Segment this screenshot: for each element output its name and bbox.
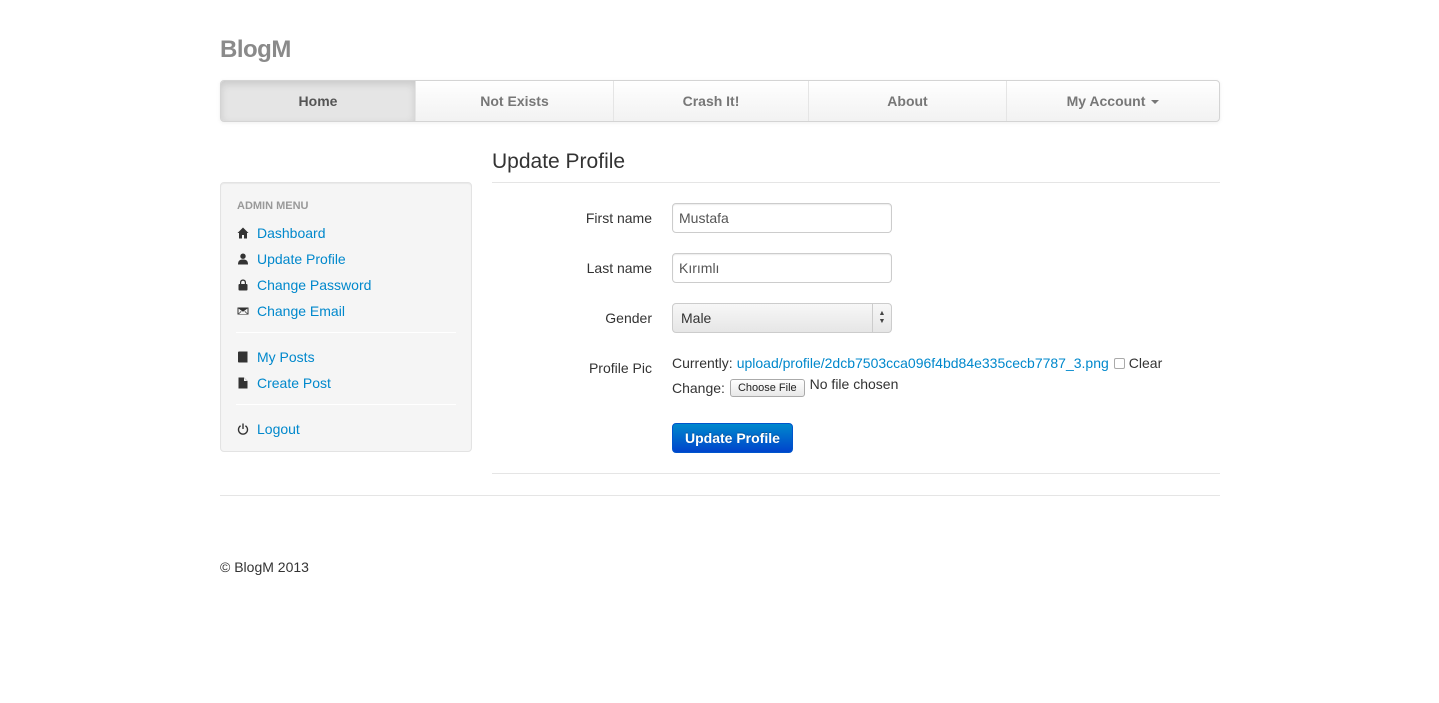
- sidebar-item-label: Change Email: [257, 303, 345, 319]
- gender-label: Gender: [605, 310, 652, 326]
- currently-label: Currently:: [672, 355, 733, 371]
- sidebar-divider: [236, 332, 456, 333]
- nav-about[interactable]: About: [808, 81, 1006, 121]
- first-name-field[interactable]: [672, 203, 892, 233]
- lock-icon: [238, 279, 248, 291]
- page-title: Update Profile: [492, 150, 626, 173]
- file-icon: [238, 377, 248, 389]
- admin-sidebar: ADMIN MENU Dashboard Update Profile Chan…: [220, 182, 472, 452]
- sidebar-item-logout[interactable]: Logout: [237, 419, 300, 439]
- clear-label: Clear: [1128, 355, 1163, 371]
- top-navbar: Home Not Exists Crash It! About My Accou…: [220, 80, 1220, 122]
- gender-select[interactable]: Male ▲ ▼: [672, 303, 892, 333]
- sidebar-item-change-email[interactable]: Change Email: [237, 301, 345, 321]
- nav-not-exists[interactable]: Not Exists: [415, 81, 613, 121]
- form-actions-divider: [492, 473, 1220, 474]
- title-divider: [492, 182, 1220, 183]
- select-arrows-icon: ▲ ▼: [872, 304, 891, 332]
- choose-file-button[interactable]: Choose File: [729, 379, 805, 397]
- profile-pic-change: Change: Choose File No file chosen: [672, 376, 899, 397]
- sidebar-item-change-password[interactable]: Change Password: [237, 275, 371, 295]
- book-icon: [238, 351, 248, 363]
- power-icon: [237, 423, 249, 435]
- envelope-icon: [237, 307, 249, 315]
- no-file-text: No file chosen: [809, 376, 899, 392]
- sidebar-item-update-profile[interactable]: Update Profile: [237, 249, 346, 269]
- update-profile-button[interactable]: Update Profile: [672, 423, 793, 453]
- sidebar-item-dashboard[interactable]: Dashboard: [237, 223, 326, 243]
- home-icon: [237, 227, 249, 239]
- nav-home[interactable]: Home: [221, 81, 415, 121]
- gender-selected-value: Male: [681, 310, 712, 326]
- sidebar-item-my-posts[interactable]: My Posts: [237, 347, 315, 367]
- sidebar-item-create-post[interactable]: Create Post: [237, 373, 331, 393]
- sidebar-item-label: My Posts: [257, 349, 315, 365]
- footer-divider: [220, 495, 1220, 496]
- sidebar-header: ADMIN MENU: [237, 200, 309, 212]
- change-label: Change:: [672, 380, 725, 396]
- user-icon: [238, 253, 248, 265]
- sidebar-item-label: Logout: [257, 421, 300, 437]
- caret-down-icon: [1151, 100, 1160, 104]
- footer-copyright: © BlogM 2013: [220, 559, 309, 575]
- nav-my-account-dropdown[interactable]: My Account: [1006, 81, 1219, 121]
- sidebar-item-label: Create Post: [257, 375, 331, 391]
- first-name-label: First name: [585, 210, 652, 226]
- nav-crash-it[interactable]: Crash It!: [613, 81, 808, 121]
- sidebar-divider: [236, 404, 456, 405]
- profile-pic-label: Profile Pic: [588, 360, 652, 376]
- current-file-link[interactable]: upload/profile/2dcb7503cca096f4bd84e335c…: [737, 355, 1109, 371]
- sidebar-item-label: Update Profile: [257, 251, 346, 267]
- profile-pic-current: Currently: upload/profile/2dcb7503cca096…: [672, 355, 1162, 371]
- brand-logo[interactable]: BlogM: [220, 36, 291, 64]
- sidebar-item-label: Dashboard: [257, 225, 326, 241]
- sidebar-item-label: Change Password: [257, 277, 372, 293]
- nav-my-account-label: My Account: [1066, 93, 1146, 109]
- last-name-field[interactable]: [672, 253, 892, 283]
- last-name-label: Last name: [586, 260, 652, 276]
- clear-checkbox[interactable]: [1113, 357, 1125, 369]
